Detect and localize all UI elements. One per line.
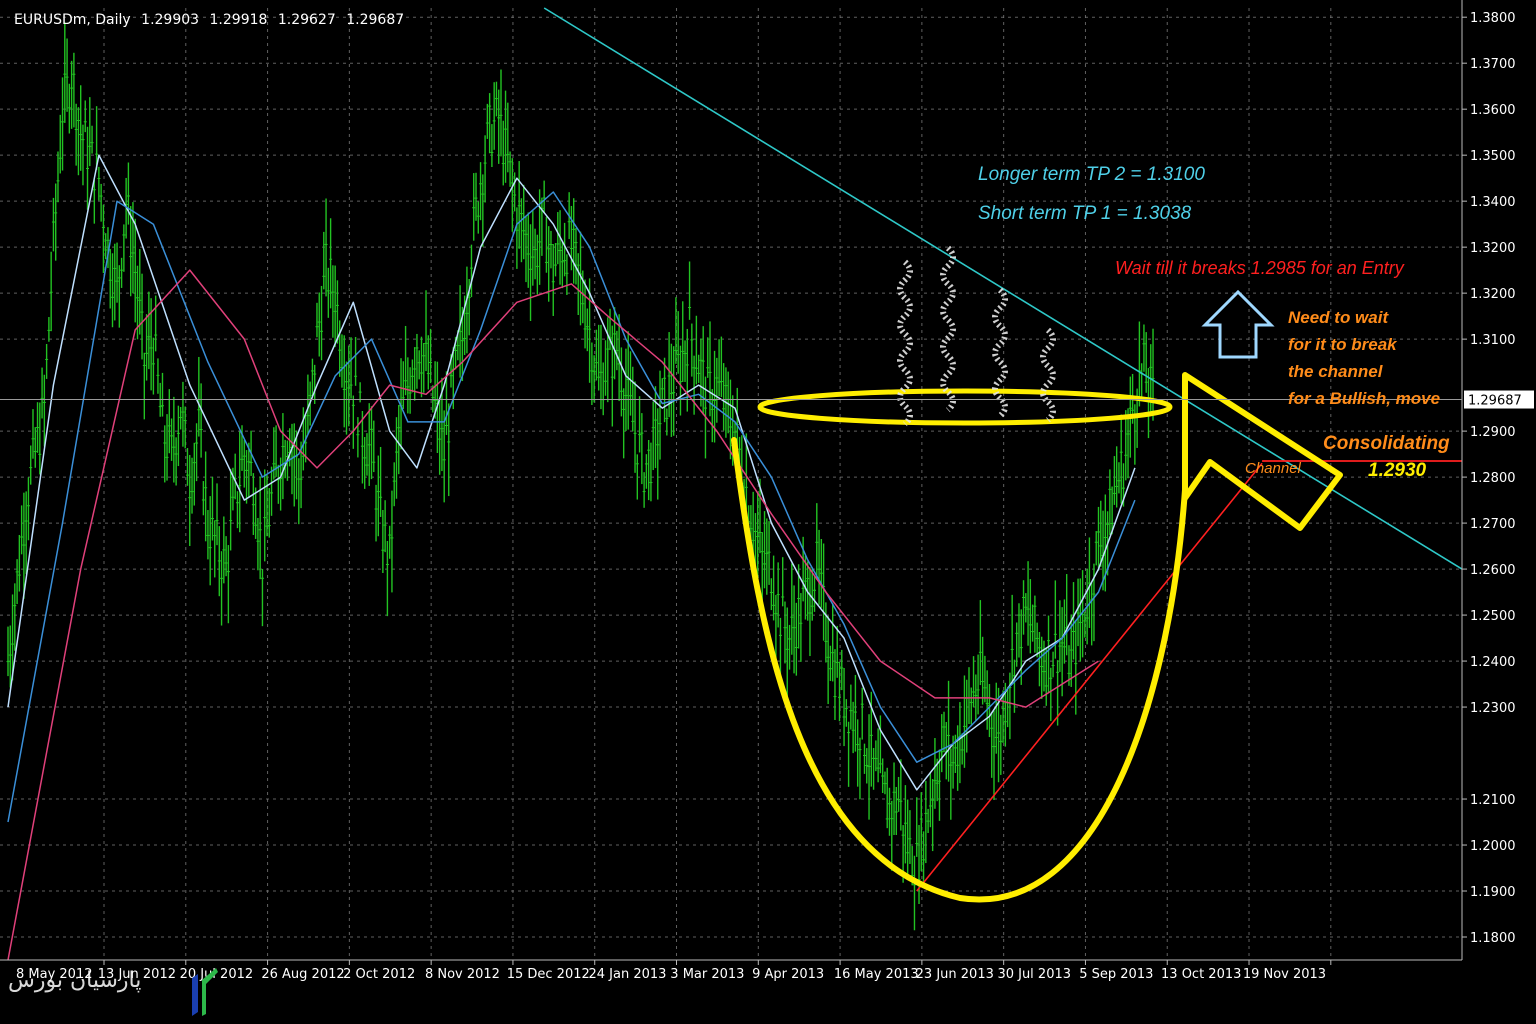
consolidating-label: Consolidating <box>1323 433 1450 454</box>
entry-label: Wait till it breaks 1.2985 for an Entry <box>1115 258 1405 278</box>
y-tick-label: 1.3500 <box>1470 149 1516 164</box>
cup-rim <box>757 388 1173 426</box>
x-tick-label: 15 Dec 2012 <box>507 967 590 982</box>
level-label: 1.2930 <box>1368 460 1427 481</box>
series-ma_mid <box>7 191 1136 823</box>
current-price-label: 1.29687 <box>1468 394 1522 409</box>
x-tick-label: 26 Aug 2012 <box>261 967 344 982</box>
y-tick-label: 1.2000 <box>1470 839 1516 854</box>
x-tick-label: 23 Jun 2013 <box>916 967 994 982</box>
price-chart: 1.3800 1.3700 1.3600 1.3500 1.3400 1.3200 1.32… <box>0 0 1534 982</box>
up-arrow-icon <box>1201 289 1275 359</box>
channel-label: Channel <box>1245 460 1302 477</box>
x-tick-label: 8 Nov 2012 <box>425 967 500 982</box>
chart-header: EURUSDm, Daily 1.29903 1.29918 1.29627 1… <box>14 12 410 28</box>
y-tick-label: 1.3800 <box>1470 11 1516 26</box>
wait-note-line: for a Bullish, move <box>1288 389 1440 408</box>
steam-line <box>940 245 956 413</box>
y-tick-label: 1.3100 <box>1470 333 1516 348</box>
downtrend-line <box>543 7 1463 570</box>
wait-note-line: the channel <box>1288 362 1384 381</box>
y-tick-label: 1.2500 <box>1470 609 1516 624</box>
x-tick-label: 3 Mar 2013 <box>670 967 744 982</box>
y-tick-label: 1.2300 <box>1470 701 1516 716</box>
x-tick-label: 9 Apr 2013 <box>752 967 824 982</box>
wait-note-line: for it to break <box>1288 335 1398 354</box>
x-tick-label: 24 Jan 2013 <box>589 967 667 982</box>
x-tick-label: 5 Sep 2013 <box>1079 967 1153 982</box>
y-tick-label: 1.3400 <box>1470 195 1516 210</box>
watermark-text: پارسیان بورس <box>8 968 142 993</box>
high-value: 1.29918 <box>209 12 268 28</box>
x-tick-label: 16 May 2013 <box>834 967 919 982</box>
symbol-label: EURUSDm, Daily <box>14 12 131 28</box>
tp2-label: Longer term TP 2 = 1.3100 <box>978 164 1205 185</box>
wait-note-line: Need to wait <box>1288 308 1389 327</box>
candles <box>6 22 1155 931</box>
x-tick-label: 2 Oct 2012 <box>343 967 415 982</box>
y-tick-label: 1.2400 <box>1470 655 1516 670</box>
cup-bowl <box>731 437 1188 903</box>
y-tick-label: 1.3600 <box>1470 103 1516 118</box>
annotations: Longer term TP 2 = 1.3100 Short term TP 1… <box>978 164 1450 481</box>
close-value: 1.29687 <box>346 12 405 28</box>
x-tick-label: 19 Nov 2013 <box>1243 967 1326 982</box>
y-tick-label: 1.1800 <box>1470 931 1516 946</box>
y-tick-label: 1.2100 <box>1470 793 1516 808</box>
low-value: 1.29627 <box>277 12 336 28</box>
x-tick-label: 30 Jul 2013 <box>997 967 1071 982</box>
open-value: 1.29903 <box>141 12 200 28</box>
y-tick-label: 1.2900 <box>1470 425 1516 440</box>
y-tick-label: 1.2700 <box>1470 517 1516 532</box>
y-tick-label: 1.3700 <box>1470 57 1516 72</box>
y-tick-label: 1.2600 <box>1470 563 1516 578</box>
steam-line <box>1040 327 1056 423</box>
y-tick-label: 1.2800 <box>1470 471 1516 486</box>
x-tick-label: 13 Oct 2013 <box>1161 967 1241 982</box>
y-tick-label: 1.3200 <box>1470 287 1516 302</box>
y-tick-label: 1.1900 <box>1470 885 1516 900</box>
tp1-label: Short term TP 1 = 1.3038 <box>978 203 1192 224</box>
y-tick-label: 1.3200 <box>1470 241 1516 256</box>
moving-averages <box>7 154 1136 961</box>
